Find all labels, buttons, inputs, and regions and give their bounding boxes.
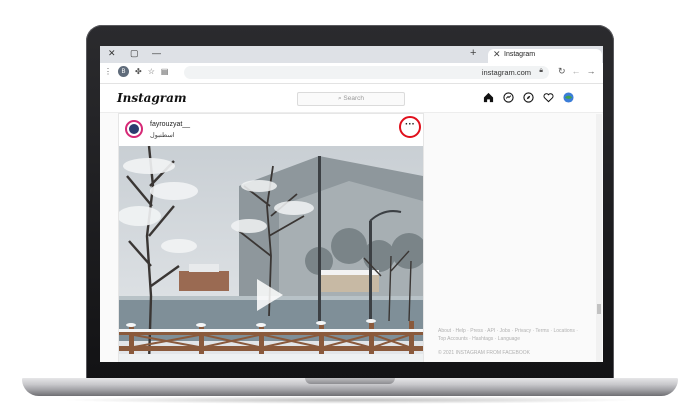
scrollbar-track[interactable] xyxy=(596,114,602,362)
profile-avatar[interactable]: B xyxy=(118,66,129,77)
laptop-notch xyxy=(305,378,395,384)
search-input[interactable]: ⌕ Search xyxy=(297,92,405,106)
profile-icon[interactable] xyxy=(562,91,574,103)
window-close-button[interactable]: ✕ xyxy=(108,48,116,59)
bookmark-star-icon[interactable]: ☆ xyxy=(148,67,155,76)
footer-links: About · Help · Press · API · Jobs · Priv… xyxy=(438,327,588,343)
more-options-button[interactable]: ··· xyxy=(399,116,421,138)
post-video[interactable] xyxy=(119,146,423,362)
reload-icon[interactable]: ↻ xyxy=(558,66,566,77)
snowy-lake-scene xyxy=(119,146,423,362)
search-placeholder: Search xyxy=(343,95,365,102)
back-arrow-icon[interactable]: ← xyxy=(572,66,581,77)
lock-icon: 🔒︎ xyxy=(539,67,543,74)
window-minimize-button[interactable]: — xyxy=(152,48,161,58)
toolbar-left-icons: ⋮ B ✤ ☆ ▤ xyxy=(104,66,168,77)
tab-title: Instagram xyxy=(504,51,536,58)
post-card: fayrouzyat__ اسطنبول ··· xyxy=(118,113,424,362)
instagram-nav xyxy=(482,91,574,103)
post-avatar[interactable] xyxy=(125,120,143,138)
extensions-icon[interactable]: ✤ xyxy=(135,67,142,76)
footer-links-line1[interactable]: About · Help · Press · API · Jobs · Priv… xyxy=(438,327,588,335)
footer-links-line2[interactable]: Top Accounts · Hashtags · Language xyxy=(438,335,588,343)
messenger-icon[interactable] xyxy=(502,91,514,103)
nav-buttons: ↻ ← → xyxy=(558,66,596,77)
reading-list-icon[interactable]: ▤ xyxy=(161,67,169,76)
footer-copyright: © 2021 INSTAGRAM FROM FACEBOOK xyxy=(438,350,530,356)
explore-icon[interactable] xyxy=(522,91,534,103)
forward-arrow-icon[interactable]: → xyxy=(587,66,596,77)
laptop-screen: ✕ ▢ — + ✕ Instagram ⋮ B ✤ ☆ ▤ instagram.… xyxy=(100,46,603,362)
laptop-shadow xyxy=(60,396,640,404)
home-icon[interactable] xyxy=(482,91,494,103)
browser-tab[interactable]: ✕ Instagram xyxy=(488,49,602,63)
menu-kebab-icon[interactable]: ⋮ xyxy=(104,67,112,76)
scrollbar-thumb[interactable] xyxy=(597,304,601,314)
instagram-header: Instagram ⌕ Search xyxy=(100,84,603,113)
play-icon[interactable] xyxy=(257,279,283,311)
instagram-logo[interactable]: Instagram xyxy=(117,91,187,105)
tab-close-icon[interactable]: ✕ xyxy=(493,49,501,60)
post-username[interactable]: fayrouzyat__ xyxy=(150,121,190,128)
heart-icon[interactable] xyxy=(542,91,554,103)
browser-toolbar: ⋮ B ✤ ☆ ▤ instagram.com 🔒︎ ↻ ← → xyxy=(100,63,603,84)
new-tab-button[interactable]: + xyxy=(470,47,476,59)
browser-tab-bar: ✕ ▢ — + ✕ Instagram xyxy=(100,46,603,63)
url-text: instagram.com xyxy=(481,68,531,77)
post-location[interactable]: اسطنبول xyxy=(150,131,175,139)
address-bar[interactable]: instagram.com 🔒︎ xyxy=(184,66,549,79)
window-restore-button[interactable]: ▢ xyxy=(130,48,139,59)
